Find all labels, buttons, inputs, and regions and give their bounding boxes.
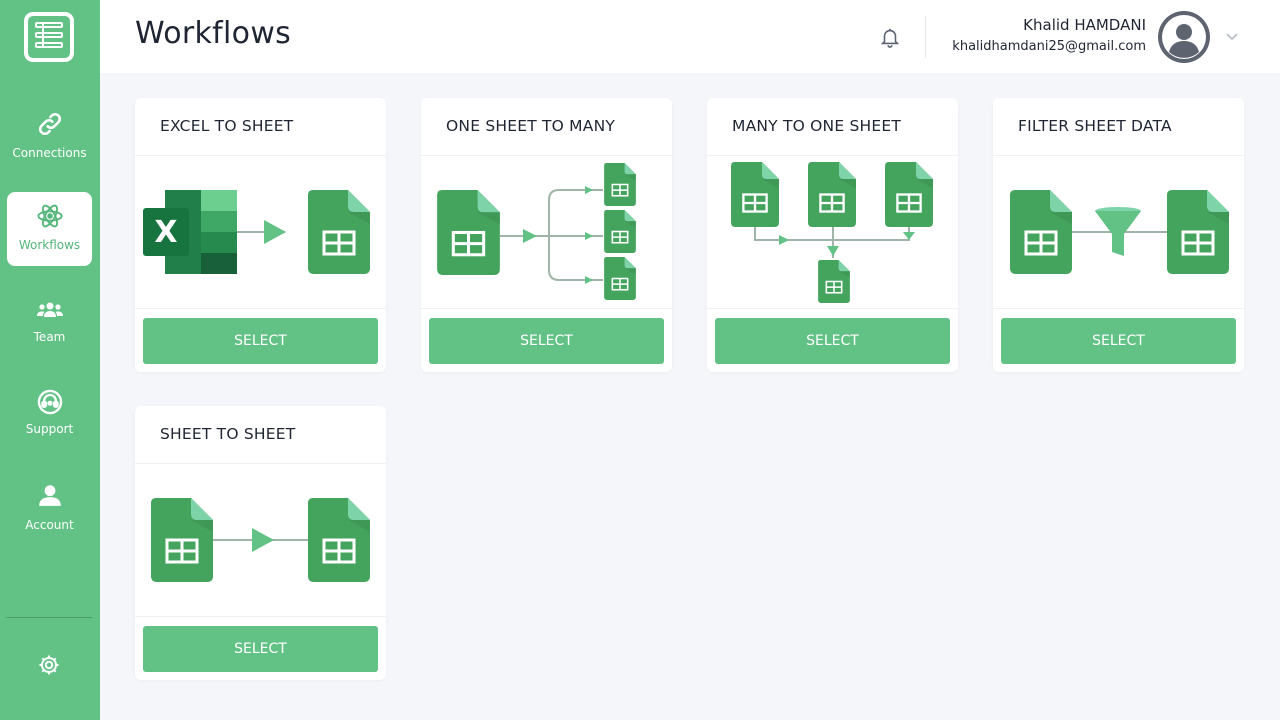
excel-icon: X bbox=[143, 190, 237, 274]
card-divider bbox=[135, 616, 386, 617]
select-button[interactable]: SELECT bbox=[143, 318, 378, 364]
workflow-card-excel-to-sheet: EXCEL TO SHEET X SELECT bbox=[135, 98, 386, 372]
workflow-card-title: FILTER SHEET DATA bbox=[1018, 117, 1172, 135]
chevron-down-icon[interactable] bbox=[1224, 28, 1240, 44]
header-divider bbox=[925, 16, 926, 58]
one-sheet-to-many-illustration bbox=[437, 163, 636, 300]
card-divider bbox=[993, 308, 1244, 309]
user-email: khalidhamdani25@gmail.com bbox=[952, 39, 1146, 54]
select-button[interactable]: SELECT bbox=[143, 626, 378, 672]
sidebar-item-label: Workflows bbox=[18, 238, 81, 252]
google-sheet-icon bbox=[308, 190, 370, 274]
link-icon bbox=[38, 112, 61, 136]
many-to-one-sheet-illustration bbox=[731, 162, 933, 303]
workflow-card-sheet-to-sheet: SHEET TO SHEET SELECT bbox=[135, 406, 386, 680]
headset-icon bbox=[37, 389, 62, 415]
workflow-card-title: SHEET TO SHEET bbox=[160, 425, 296, 443]
card-divider bbox=[135, 308, 386, 309]
card-divider bbox=[421, 308, 672, 309]
sidebar-item-workflows[interactable]: Workflows bbox=[7, 192, 92, 266]
avatar-icon[interactable] bbox=[1158, 11, 1210, 63]
atom-icon bbox=[36, 204, 63, 228]
sidebar-item-label: Account bbox=[25, 518, 74, 532]
sheet-to-sheet-illustration bbox=[151, 498, 370, 582]
workflow-card-title: MANY TO ONE SHEET bbox=[732, 117, 902, 135]
select-button[interactable]: SELECT bbox=[715, 318, 950, 364]
workflow-card-filter-sheet-data: FILTER SHEET DATA SELECT bbox=[993, 98, 1244, 372]
select-button[interactable]: SELECT bbox=[429, 318, 664, 364]
card-divider bbox=[707, 308, 958, 309]
sidebar-item-account[interactable]: Account bbox=[7, 476, 92, 550]
spreadsheet-logo-icon[interactable] bbox=[24, 12, 74, 62]
sidebar-item-label: Support bbox=[25, 422, 74, 436]
gear-icon[interactable] bbox=[37, 653, 61, 677]
filter-sheet-data-illustration bbox=[1010, 190, 1229, 274]
sidebar-divider bbox=[6, 617, 92, 618]
sidebar-item-connections[interactable]: Connections bbox=[7, 100, 92, 174]
sidebar-item-label: Team bbox=[33, 330, 66, 344]
sidebar-item-support[interactable]: Support bbox=[7, 380, 92, 454]
workflow-card-title: EXCEL TO SHEET bbox=[160, 117, 294, 135]
workflow-card-one-sheet-to-many: ONE SHEET TO MANY SELECT bbox=[421, 98, 672, 372]
svg-text:X: X bbox=[154, 215, 177, 250]
sidebar-item-label: Connections bbox=[12, 146, 87, 160]
team-icon bbox=[36, 302, 63, 317]
sidebar-item-team[interactable]: Team bbox=[7, 286, 92, 360]
user-name: Khalid HAMDANI bbox=[1023, 16, 1146, 34]
workflow-card-title: ONE SHEET TO MANY bbox=[446, 117, 616, 135]
top-header: Workflows Khalid HAMDANI khalidhamdani25… bbox=[100, 0, 1280, 73]
bell-icon[interactable] bbox=[879, 25, 901, 49]
user-icon bbox=[38, 485, 61, 506]
excel-to-sheet-illustration: X bbox=[143, 190, 370, 274]
sidebar: Connections Workflows Team Support Accou… bbox=[0, 0, 100, 720]
page-title: Workflows bbox=[135, 16, 292, 51]
select-button[interactable]: SELECT bbox=[1001, 318, 1236, 364]
workflow-card-many-to-one-sheet: MANY TO ONE SHEET SELECT bbox=[707, 98, 958, 372]
